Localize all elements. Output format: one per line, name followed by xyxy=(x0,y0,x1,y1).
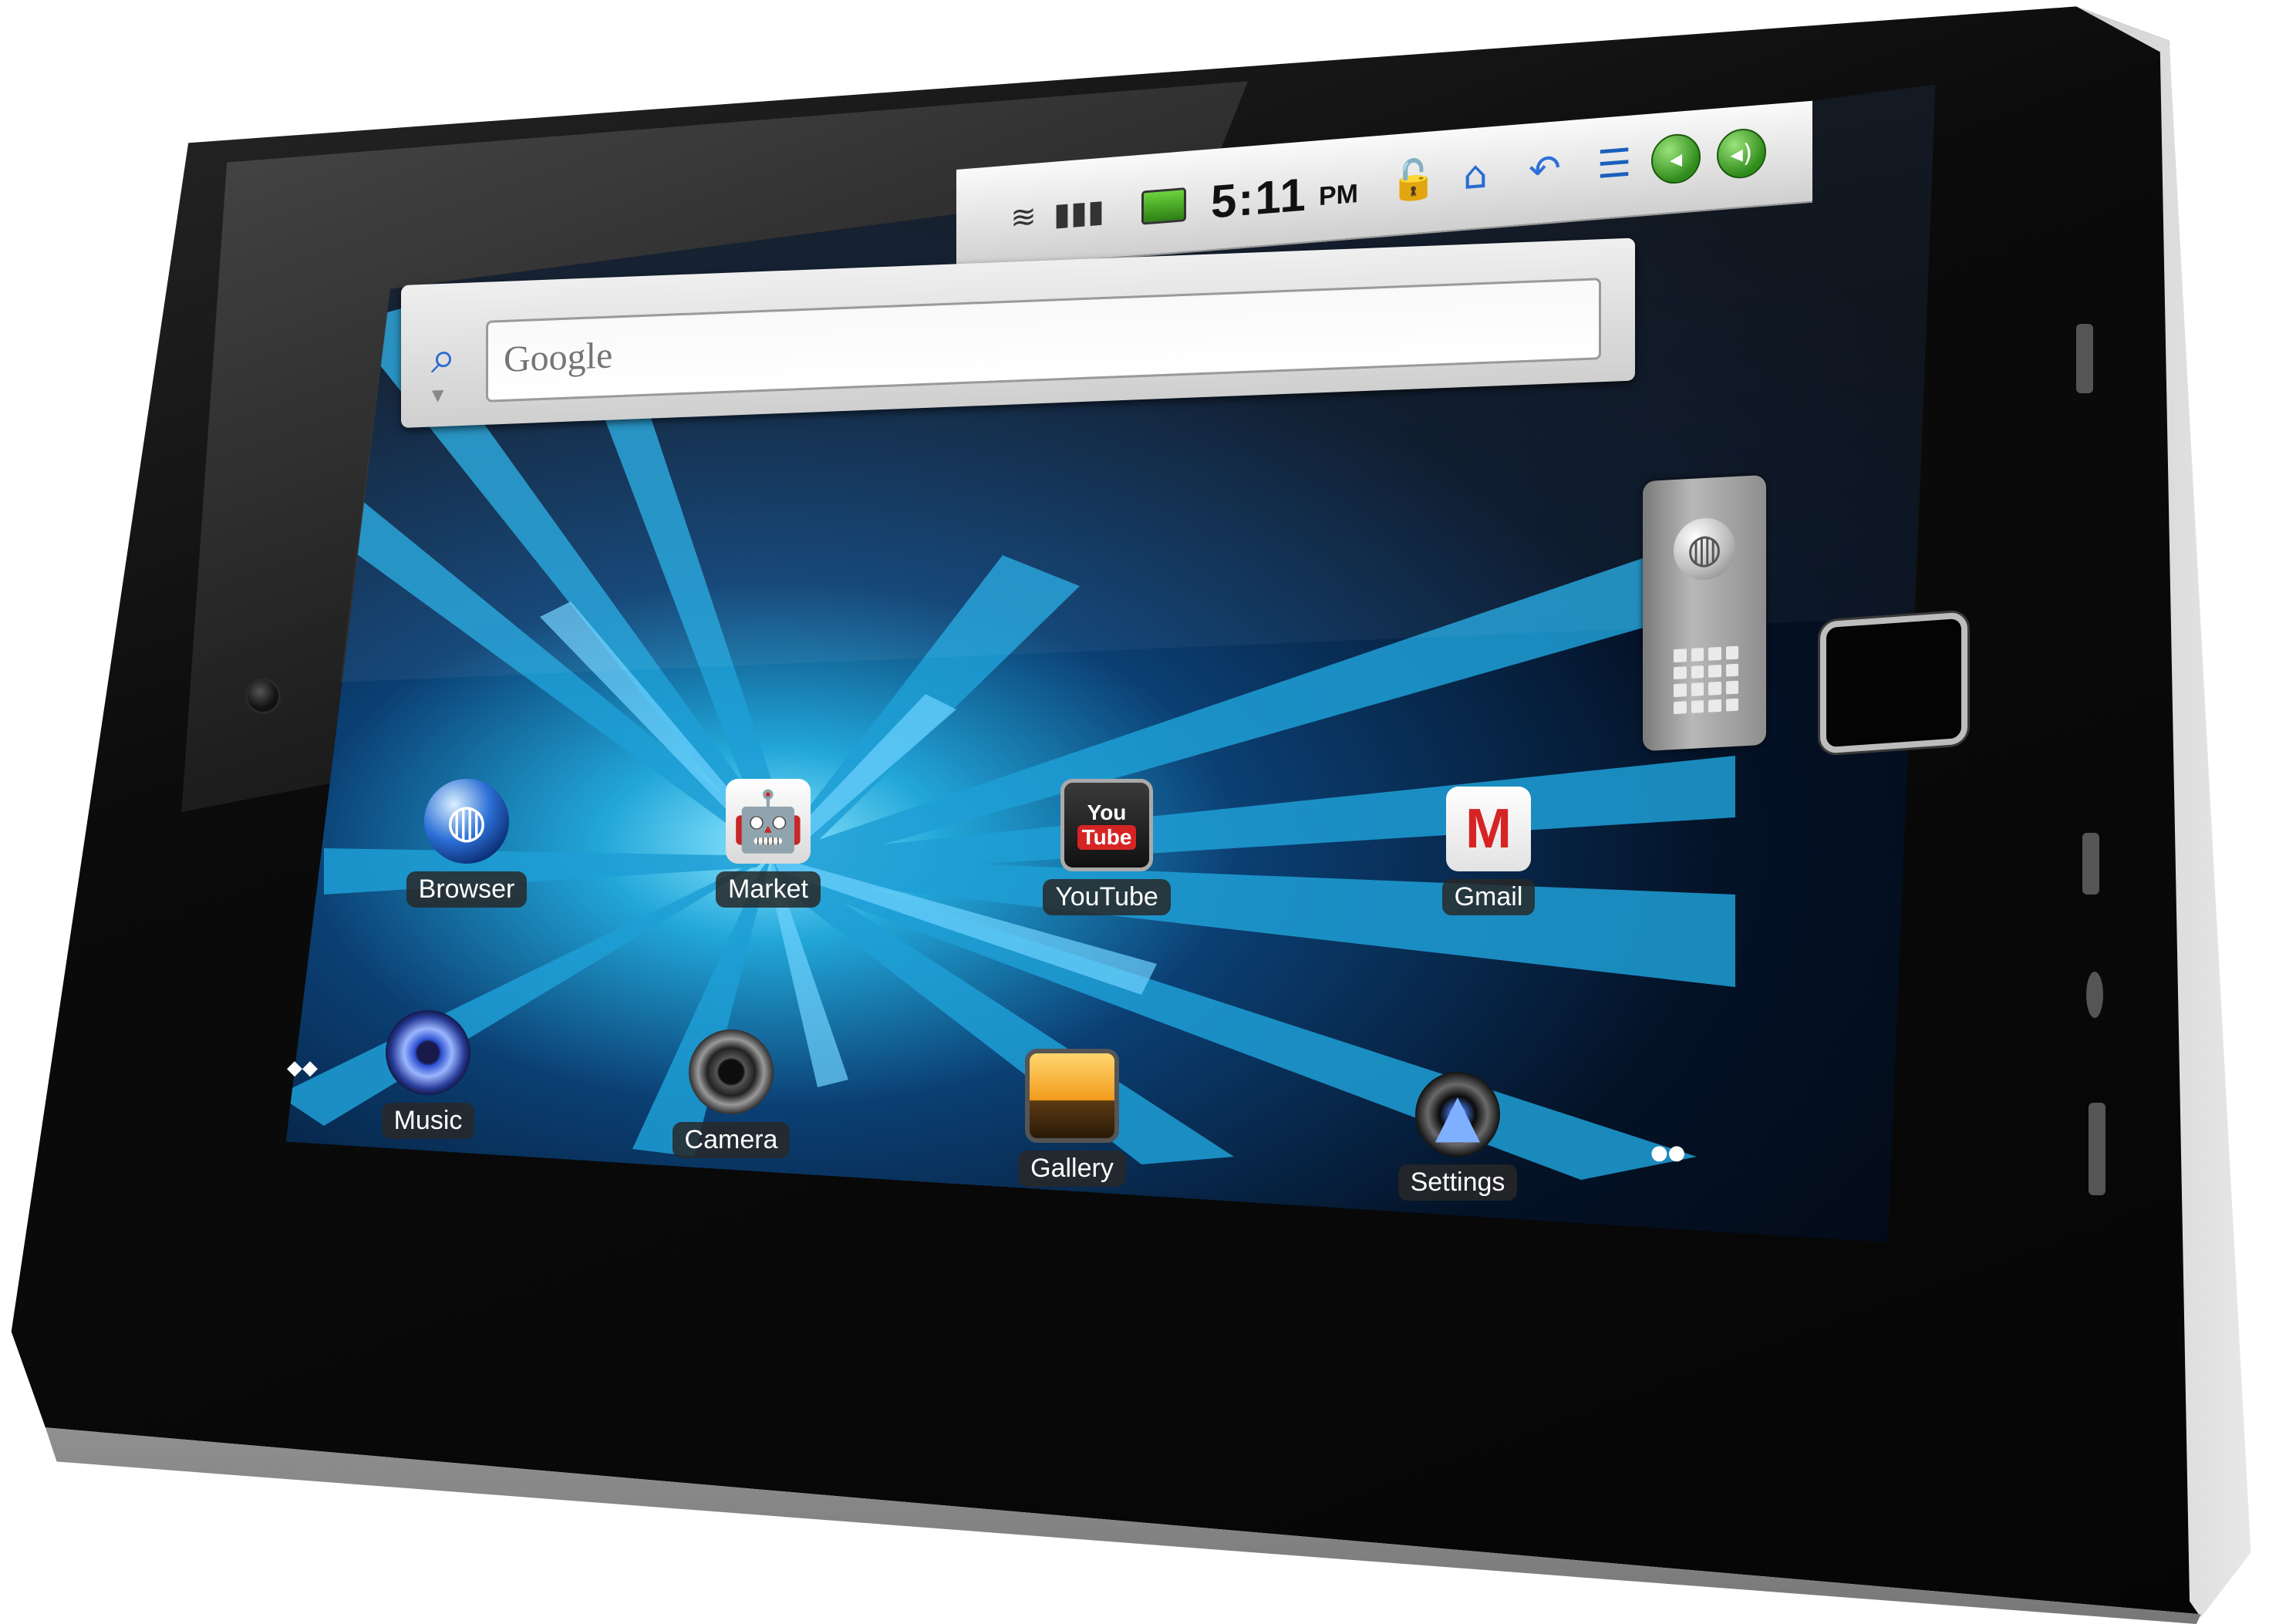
app-label-settings: Settings xyxy=(1397,1164,1518,1201)
search-icon[interactable]: ⌕ xyxy=(416,329,470,386)
globe-icon[interactable]: ◍ xyxy=(1674,516,1735,582)
headphone-jack xyxy=(2086,972,2103,1018)
tablet-scene: ≋ ▮▮▮ 5:11 PM 🔓 ⌂ ↶ ☰ ◂ ◂) ⌕ ▼ ◍ ◍ Brows… xyxy=(0,0,2269,1624)
youtube-icon-top-text: You xyxy=(1087,800,1127,824)
hardware-home-button[interactable] xyxy=(1820,612,1967,754)
app-settings[interactable]: ▲ Settings xyxy=(1381,1072,1535,1201)
youtube-icon[interactable]: You Tube xyxy=(1060,779,1153,871)
front-camera-icon xyxy=(245,679,281,714)
app-music[interactable]: Music xyxy=(351,1010,505,1139)
gmail-icon[interactable]: M xyxy=(1446,787,1531,871)
settings-icon[interactable]: ▲ xyxy=(1415,1072,1500,1157)
wifi-icon: ≋ xyxy=(1010,198,1037,237)
signal-icon: ▮▮▮ xyxy=(1053,193,1105,233)
app-label-camera: Camera xyxy=(672,1122,791,1158)
camera-icon[interactable] xyxy=(689,1029,774,1114)
app-label-gmail: Gmail xyxy=(1441,879,1536,915)
youtube-icon-bottom-text: Tube xyxy=(1077,825,1137,850)
menu-icon[interactable]: ☰ xyxy=(1589,136,1640,191)
market-icon[interactable]: 🤖 xyxy=(726,779,811,864)
app-youtube[interactable]: You Tube YouTube xyxy=(1030,779,1184,915)
app-label-market: Market xyxy=(716,871,821,908)
clock-ampm: PM xyxy=(1319,179,1358,212)
app-label-gallery: Gallery xyxy=(1018,1151,1126,1187)
search-box[interactable] xyxy=(486,278,1601,403)
music-icon[interactable] xyxy=(386,1010,470,1095)
back-icon[interactable]: ↶ xyxy=(1519,142,1570,197)
home-icon[interactable]: ⌂ xyxy=(1450,147,1501,202)
app-camera[interactable]: Camera xyxy=(654,1029,808,1158)
clock-time: 5:11 xyxy=(1211,168,1307,228)
side-launcher-widget[interactable]: ◍ xyxy=(1643,474,1766,752)
app-browser[interactable]: ◍ Browser xyxy=(389,779,544,908)
app-market[interactable]: 🤖 Market xyxy=(691,779,845,908)
app-label-youtube: YouTube xyxy=(1043,879,1171,915)
search-input[interactable] xyxy=(502,290,1585,387)
page-indicator-left-icon[interactable]: ◆◆ xyxy=(287,1056,318,1080)
volume-down-icon[interactable]: ◂ xyxy=(1650,131,1701,186)
app-label-music: Music xyxy=(381,1103,475,1139)
side-port xyxy=(2076,324,2093,393)
app-label-browser: Browser xyxy=(406,871,528,908)
app-drawer-icon[interactable] xyxy=(1674,645,1738,715)
app-gallery[interactable]: Gallery xyxy=(995,1049,1149,1187)
browser-icon[interactable]: ◍ xyxy=(424,779,509,864)
gallery-icon[interactable] xyxy=(1025,1049,1119,1143)
side-port xyxy=(2089,1103,2105,1195)
chevron-down-icon[interactable]: ▼ xyxy=(432,386,443,405)
app-gmail[interactable]: M Gmail xyxy=(1411,787,1566,915)
battery-icon xyxy=(1141,180,1186,232)
side-port xyxy=(2082,833,2099,895)
lock-icon[interactable]: 🔓 xyxy=(1388,153,1439,207)
page-indicator-right-icon[interactable]: ●● xyxy=(1650,1141,1685,1164)
volume-up-icon[interactable]: ◂) xyxy=(1716,126,1767,180)
